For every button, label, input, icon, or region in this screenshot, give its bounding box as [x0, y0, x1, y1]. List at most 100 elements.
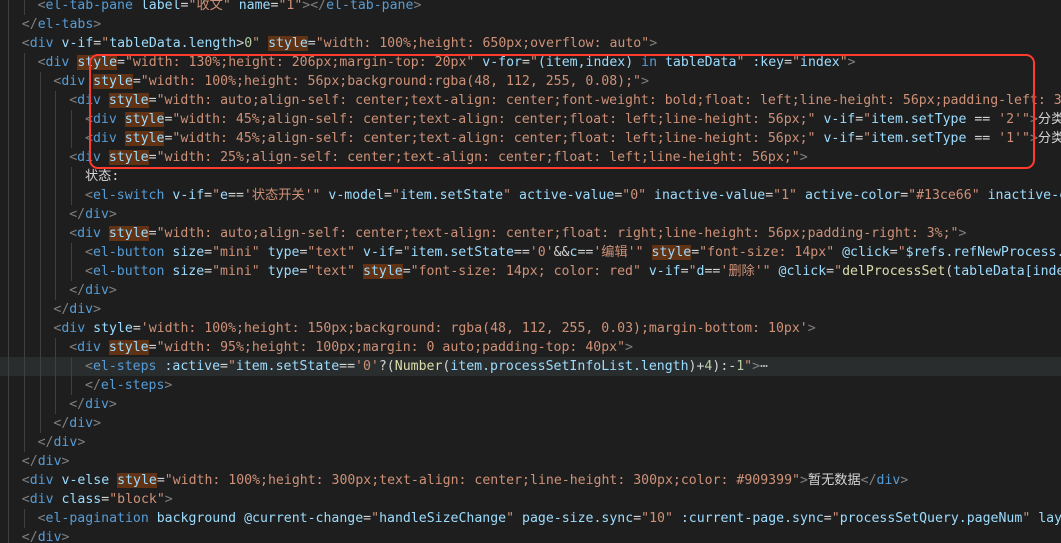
- indent-guide: [8, 53, 9, 72]
- code-line[interactable]: 状态:: [0, 167, 1061, 186]
- code-token: div: [37, 454, 62, 469]
- code-line[interactable]: <div v-if="tableData.length>0" style="wi…: [0, 34, 1061, 53]
- code-token: >: [108, 207, 117, 222]
- indent-guide: [39, 262, 41, 281]
- code-token: =: [784, 55, 793, 70]
- code-token: <: [85, 359, 93, 374]
- code-token: =: [117, 55, 125, 70]
- code-token: size: [172, 245, 205, 260]
- indent-guide: [8, 15, 9, 34]
- indent-guide: [71, 186, 73, 205]
- code-token: >: [752, 359, 761, 374]
- code-token: <: [69, 226, 78, 241]
- code-token: =: [148, 150, 157, 165]
- indent-guide: [39, 395, 41, 414]
- code-token: div: [92, 131, 117, 146]
- code-token: $refs.refNewProcess.open: [905, 245, 1061, 260]
- code-line[interactable]: <div style="width: 25%;align-self: cente…: [0, 148, 1061, 167]
- code-token: v-if: [363, 245, 395, 260]
- code-token: item.setType: [871, 112, 967, 127]
- code-token: '0': [355, 359, 379, 374]
- code-token: 1: [736, 359, 745, 374]
- code-token: >: [900, 473, 909, 488]
- code-line[interactable]: <el-tab-pane label="收文" name="1"></el-ta…: [0, 0, 1061, 15]
- code-line[interactable]: <div style="width: 130%;height: 206px;ma…: [0, 53, 1061, 72]
- indent-guide: [23, 357, 25, 376]
- code-token: "width: 100%;height: 56px;background:rgb…: [140, 74, 641, 89]
- code-token: >: [164, 378, 173, 393]
- code-line[interactable]: <div style = "width: 45%;align-self: cente…: [0, 129, 1061, 148]
- code-line[interactable]: </div>: [0, 414, 1061, 433]
- code-text: <div style="width: 25%;align-self: cente…: [69, 148, 808, 167]
- code-line[interactable]: </el-steps>: [0, 376, 1061, 395]
- code-text: </div>: [53, 300, 101, 319]
- code-token: ": [506, 511, 515, 526]
- code-line[interactable]: </el-tabs>: [0, 15, 1061, 34]
- code-token: ": [252, 36, 261, 51]
- code-line[interactable]: <div class="block">: [0, 490, 1061, 509]
- code-token: >: [93, 17, 102, 32]
- code-token: '删除'": [720, 264, 771, 279]
- code-line[interactable]: <div style="width: auto;align-self: cent…: [0, 224, 1061, 243]
- indent-guide: [23, 91, 25, 110]
- code-token: "width: 45%;align-self: center;text-alig…: [172, 131, 816, 146]
- indent-guide: [23, 433, 25, 452]
- code-token: style: [651, 245, 692, 260]
- indent-guide: [8, 395, 9, 414]
- code-token: "text": [307, 264, 356, 279]
- indent-guide: [71, 167, 73, 186]
- code-text: </div>: [69, 205, 117, 224]
- code-token: ==: [974, 112, 991, 127]
- code-line[interactable]: <el-button size="mini" type="text" style…: [0, 262, 1061, 281]
- indent-guide: [55, 224, 57, 243]
- code-line[interactable]: </div>: [0, 433, 1061, 452]
- code-line[interactable]: <div style="width: 95%;height: 100px;mar…: [0, 338, 1061, 357]
- code-token: 分类/流程名称: [1037, 112, 1061, 127]
- code-line[interactable]: </div>: [0, 528, 1061, 543]
- code-token: <: [21, 36, 30, 51]
- indent-guide: [39, 281, 41, 300]
- code-token: ):-: [712, 359, 737, 374]
- code-line[interactable]: <div style="width: 100%;height: 56px;bac…: [0, 72, 1061, 91]
- indent-guide: [8, 433, 9, 452]
- code-line[interactable]: <el-switch v-if="e=='状态开关'" v-model="ite…: [0, 186, 1061, 205]
- code-token: >: [799, 473, 808, 488]
- code-token: el-tab-pane: [45, 0, 133, 13]
- code-token: style: [108, 340, 149, 355]
- code-token: style: [108, 93, 149, 108]
- code-token: :key: [752, 55, 785, 70]
- code-line[interactable]: <div v-else style="width: 100%;height: 3…: [0, 471, 1061, 490]
- code-line[interactable]: </div>: [0, 205, 1061, 224]
- indent-guide: [23, 300, 25, 319]
- code-token: =: [521, 55, 530, 70]
- code-token: active-color: [804, 188, 901, 203]
- code-token: ==: [974, 131, 991, 146]
- indent-guide: [8, 262, 9, 281]
- code-line[interactable]: <div style='width: 100%;height: 150px;ba…: [0, 319, 1061, 338]
- code-line[interactable]: <el-pagination background @current-chang…: [0, 509, 1061, 528]
- code-token: '0': [529, 245, 554, 260]
- code-editor[interactable]: <el-tab-pane label="收文" name="1"></el-ta…: [0, 0, 1061, 543]
- fold-ellipsis-icon[interactable]: ⋯: [760, 359, 768, 374]
- code-token: "mini": [212, 264, 260, 279]
- code-token: div: [876, 473, 901, 488]
- code-token: style: [108, 150, 149, 165]
- code-line[interactable]: </div>: [0, 452, 1061, 471]
- code-line[interactable]: <el-button size="mini" type="text" v-if=…: [0, 243, 1061, 262]
- code-token: style: [108, 226, 149, 241]
- code-line[interactable]: </div>: [0, 281, 1061, 300]
- code-line[interactable]: <el-steps :active="item.setState=='0'?(N…: [0, 357, 1061, 376]
- code-line[interactable]: </div>: [0, 300, 1061, 319]
- code-token: div: [77, 150, 101, 165]
- code-token: el-tab-pane: [326, 0, 414, 13]
- code-line[interactable]: </div>: [0, 395, 1061, 414]
- code-line[interactable]: <div style="width: auto;align-self: cent…: [0, 91, 1061, 110]
- code-text: <el-steps :active="item.setState=='0'?(N…: [85, 357, 768, 376]
- code-line[interactable]: <div style = "width: 45%;align-self: cente…: [0, 110, 1061, 129]
